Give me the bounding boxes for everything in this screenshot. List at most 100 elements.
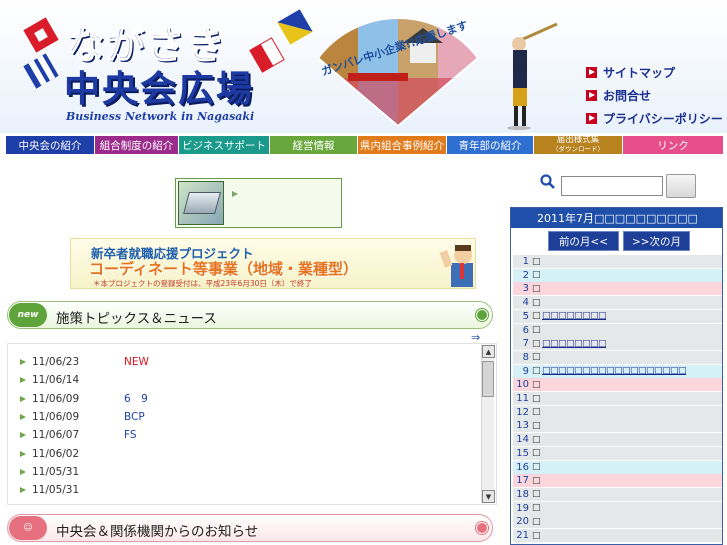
calendar-day-row: 3 □ <box>513 282 722 296</box>
news-title[interactable]: FS <box>124 429 137 441</box>
topics-title: 施策トピックス＆ニュース <box>56 311 217 327</box>
calendar-weekday: □ <box>532 516 541 527</box>
calendar-weekday: □ <box>532 366 541 377</box>
calendar-day-row: 16 □ <box>513 460 722 474</box>
news-list: 11/06/23 NEW 11/06/14 11/06/09 6 9 11/06/09 BC… <box>7 343 497 505</box>
triangle-bullet-icon <box>20 487 26 494</box>
calendar-day-row: 20 □ <box>513 515 722 529</box>
calendar-weekday: □ <box>532 270 541 281</box>
prev-month-button[interactable]: 前の月<< <box>548 231 619 251</box>
red-arrow-icon <box>586 89 597 101</box>
graduate-employment-banner[interactable]: 新卒者就職応援プロジェクト コーディネート等事業（地域・業種型） ＊本プロジェク… <box>70 238 476 289</box>
calendar-day-number: 4 <box>522 297 529 309</box>
signal-flag-icon <box>249 37 285 73</box>
nav-youth-division[interactable]: 青年部の紹介 <box>447 136 534 154</box>
scroll-up-icon[interactable]: ▲ <box>482 345 495 358</box>
triangle-bullet-icon <box>20 468 26 475</box>
calendar-day-row: 4 □ <box>513 296 722 310</box>
next-month-button[interactable]: >>次の月 <box>623 231 690 251</box>
trumpeter-figure-icon <box>507 22 558 130</box>
calendar-day-number: 7 <box>522 338 529 350</box>
notices-title: 中央会＆関係機関からのお知らせ <box>56 524 259 540</box>
news-item[interactable]: 11/05/31 <box>20 481 124 499</box>
privacy-policy-link[interactable]: プライバシーポリシー <box>586 108 723 128</box>
news-item[interactable]: 11/06/09 6 9 <box>20 390 148 408</box>
calendar-weekday: □ <box>532 311 541 322</box>
nav-links[interactable]: リンク <box>623 136 723 154</box>
calendar-day-row: 18 □ <box>513 487 722 501</box>
nav-about-chuokai[interactable]: 中央会の紹介 <box>6 136 95 154</box>
news-title[interactable]: 6 9 <box>124 391 148 406</box>
calendar-day-row: 13 □ <box>513 419 722 433</box>
calendar-day-number: 16 <box>516 461 529 473</box>
nav-cooperative-cases[interactable]: 県内組合事例紹介 <box>358 136 447 154</box>
calendar-day-row: 21 □ <box>513 529 722 542</box>
news-date: 11/05/31 <box>32 465 80 478</box>
news-item[interactable]: 11/06/14 <box>20 371 124 389</box>
nav-management-info[interactable]: 経営情報 <box>270 136 358 154</box>
news-scrollbar[interactable]: ▲ ▼ <box>481 345 495 503</box>
triangle-bullet-icon <box>20 395 26 402</box>
signal-flag-icon <box>277 9 313 45</box>
news-title[interactable]: BCP <box>124 411 145 423</box>
banner-headline: コーディネート等事業（地域・業種型） <box>89 260 358 278</box>
calendar-weekday: □ <box>532 338 541 349</box>
calendar-weekday: □ <box>532 297 541 308</box>
news-item[interactable]: 11/06/02 <box>20 445 124 463</box>
calendar-day-row: 5 □ □□□□□□□□ <box>513 309 722 323</box>
triangle-bullet-icon <box>232 191 238 197</box>
calendar-day-number: 17 <box>516 475 529 487</box>
calendar-day-number: 2 <box>522 269 529 281</box>
calendar-day-number: 18 <box>516 488 529 500</box>
calendar-weekday: □ <box>532 325 541 335</box>
news-title[interactable]: NEW <box>124 356 149 368</box>
calendar-weekday: □ <box>532 407 541 418</box>
calendar-weekday: □ <box>532 503 541 514</box>
calendar-day-row: 15 □ <box>513 446 722 460</box>
logo-tagline: Business Network in Nagasaki <box>66 110 255 123</box>
calendar-weekday: □ <box>532 462 541 472</box>
calendar-day-number: 11 <box>516 393 529 404</box>
laptop-thumbnail <box>178 181 224 225</box>
calendar-weekday: □ <box>532 448 541 459</box>
cheering-man-illustration <box>439 245 473 287</box>
calendar-weekday: □ <box>532 256 541 267</box>
news-item[interactable]: 11/06/23 NEW <box>20 353 149 371</box>
feature-banner[interactable] <box>175 178 342 228</box>
news-date: 11/06/14 <box>32 374 80 387</box>
search-button[interactable] <box>666 174 696 198</box>
calendar-weekday: □ <box>532 434 541 445</box>
calendar-day-row: 17 □ <box>513 474 722 488</box>
calendar-day-number: 6 <box>522 324 529 336</box>
site-header: ながさき 中央会広場 Business Network in Nagasaki … <box>0 0 727 133</box>
calendar-day-number: 20 <box>516 516 529 528</box>
header-links: サイトマップ お問合せ プライバシーポリシー <box>586 62 723 131</box>
nav-cooperative-system[interactable]: 組合制度の紹介 <box>95 136 179 154</box>
news-date: 11/06/09 <box>32 392 80 405</box>
news-item[interactable]: 11/06/09 BCP <box>20 408 145 426</box>
calendar-day-row: 2 □ <box>513 268 722 282</box>
news-item[interactable]: 11/05/31 <box>20 463 124 481</box>
logo-title-line2: 中央会広場 <box>64 69 255 110</box>
page: ながさき 中央会広場 Business Network in Nagasaki … <box>0 0 727 545</box>
calendar-weekday: □ <box>532 530 541 541</box>
sitemap-link[interactable]: サイトマップ <box>586 62 723 82</box>
triangle-bullet-icon <box>20 432 26 439</box>
scroll-thumb[interactable] <box>482 361 494 397</box>
signal-flag-icon <box>23 17 59 53</box>
nav-forms-download[interactable]: 届出様式集 （ダウンロード） <box>534 136 623 154</box>
red-arrow-icon <box>586 112 597 124</box>
calendar-day-number: 5 <box>522 310 529 322</box>
calendar-day-number: 1 <box>522 256 529 267</box>
signal-flag-icon <box>23 53 59 89</box>
calendar-day-number: 10 <box>516 379 529 391</box>
calendar-event-link[interactable]: □□□□□□□□ <box>542 339 606 349</box>
news-item[interactable]: 11/06/07 FS <box>20 426 137 444</box>
calendar-event-link[interactable]: □□□□□□□□ <box>542 311 606 321</box>
contact-link[interactable]: お問合せ <box>586 85 723 105</box>
scroll-down-icon[interactable]: ▼ <box>482 490 495 503</box>
calendar-event-link[interactable]: □□□□□□□□□□□□□□□□□□ <box>542 366 686 376</box>
calendar-day-row: 19 □ <box>513 501 722 515</box>
search-input[interactable] <box>561 176 663 196</box>
nav-business-support[interactable]: ビジネスサポート <box>179 136 270 154</box>
